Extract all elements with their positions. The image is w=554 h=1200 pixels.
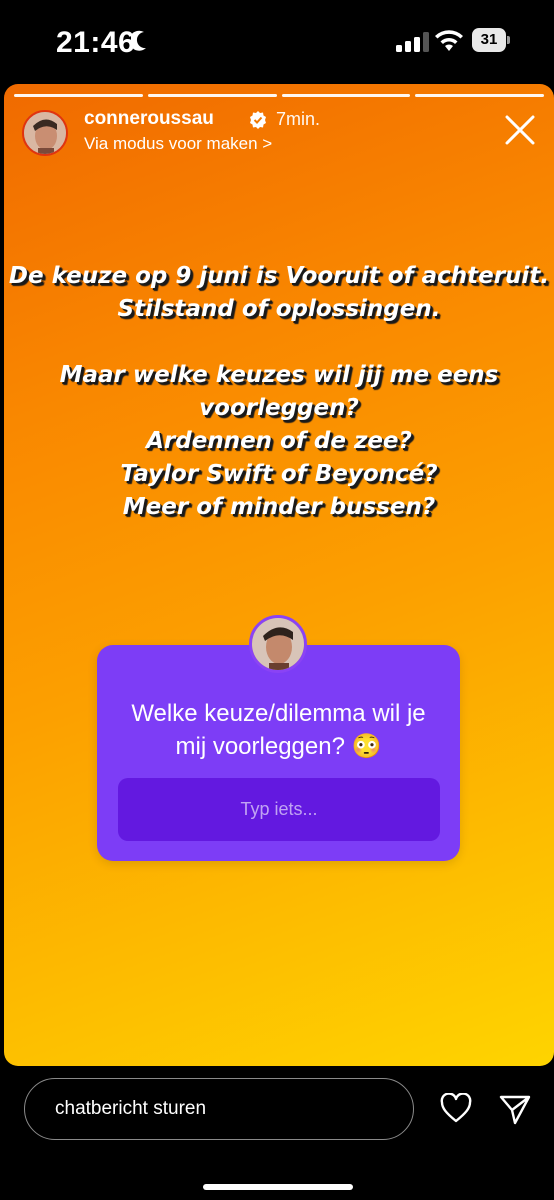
avatar-photo [252,618,304,670]
home-indicator [203,1184,353,1190]
story-text-line: Meer of minder bussen? [122,494,436,520]
bottom-bar: chatbericht sturen [0,1066,554,1200]
question-prompt: Welke keuze/dilemma wil je mij voorlegge… [131,700,426,760]
progress-segment [147,94,277,97]
battery-icon: 31 [472,28,506,52]
progress-segment [281,94,411,97]
story-text-line: Stilstand of oplossingen. [117,296,441,322]
question-answer-input[interactable]: Typ iets... [118,778,440,841]
story-text-line: voorleggen? [199,395,359,421]
story-progress [14,94,544,98]
create-mode-link[interactable]: Via modus voor maken > [84,134,272,154]
time-ago: 7min. [276,109,321,129]
question-avatar [249,615,307,673]
moon-icon [131,30,146,51]
avatar-photo [24,112,66,154]
story-text-line: De keuze op 9 juni is Vooruit of achteru… [8,263,550,289]
wifi-icon [435,30,463,51]
username[interactable]: conneroussau [84,108,214,130]
heart-icon[interactable] [440,1093,472,1123]
send-icon[interactable] [499,1093,531,1125]
story-text-line: Maar welke keuzes wil jij me eens [59,362,499,388]
progress-segment [415,94,544,97]
story-header: conneroussau 7min. Via modus voor maken … [18,106,540,162]
chat-message-input[interactable]: chatbericht sturen [24,1078,414,1140]
story-view[interactable]: conneroussau 7min. Via modus voor maken … [4,84,554,1066]
story-text-line: Ardennen of de zee? [146,428,412,454]
progress-segment [14,94,143,97]
story-text-gap [4,326,554,359]
avatar[interactable] [22,110,68,156]
verified-icon [250,111,266,129]
status-bar: 21:46 31 [0,0,554,84]
close-icon[interactable] [504,114,536,146]
signal-icon [396,32,429,52]
story-text-line: Taylor Swift of Beyoncé? [120,461,438,487]
question-sticker[interactable]: Welke keuze/dilemma wil je mij voorlegge… [97,615,460,861]
battery-cap [507,36,510,44]
story-text: De keuze op 9 juni is Vooruit of achteru… [4,260,554,524]
status-time: 21:46 [56,26,136,59]
